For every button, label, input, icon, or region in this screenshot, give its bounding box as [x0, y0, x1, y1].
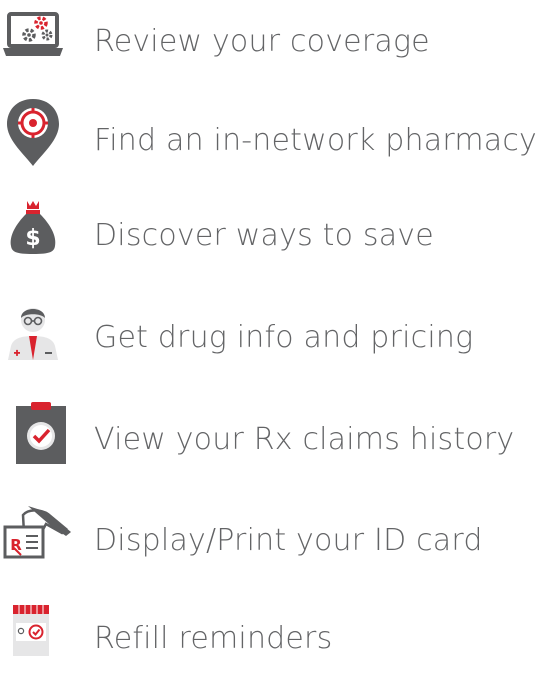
feature-label: Get drug info and pricing [94, 320, 474, 355]
feature-label: View your Rx claims history [94, 422, 515, 457]
feature-label: Find an in-network pharmacy [94, 123, 537, 158]
feature-item-review-coverage[interactable]: Review your coverage [0, 0, 551, 84]
id-card-hand-icon: R [0, 497, 84, 581]
feature-label: Review your coverage [94, 24, 430, 59]
clipboard-check-icon [0, 396, 84, 480]
feature-item-claims-history[interactable]: View your Rx claims history [0, 396, 551, 480]
pharmacist-icon [0, 294, 84, 378]
feature-list: Review your coverage Find an in-network … [0, 0, 551, 658]
svg-text:$: $ [25, 226, 40, 251]
map-pin-target-icon [0, 94, 84, 178]
money-bag-icon: $ [0, 192, 84, 276]
feature-item-discover-save[interactable]: $ Discover ways to save [0, 192, 551, 276]
feature-item-find-pharmacy[interactable]: Find an in-network pharmacy [0, 94, 551, 178]
feature-label: Discover ways to save [94, 218, 434, 253]
feature-label: Refill reminders [94, 621, 333, 656]
feature-item-drug-info[interactable]: Get drug info and pricing [0, 294, 551, 378]
feature-item-refill-reminders[interactable]: Refill reminders [0, 598, 551, 682]
feature-label: Display/Print your ID card [94, 523, 483, 558]
pill-bottle-check-icon [0, 598, 84, 682]
laptop-gears-icon [0, 0, 84, 84]
feature-item-id-card[interactable]: R Display/Print your ID card [0, 497, 551, 581]
